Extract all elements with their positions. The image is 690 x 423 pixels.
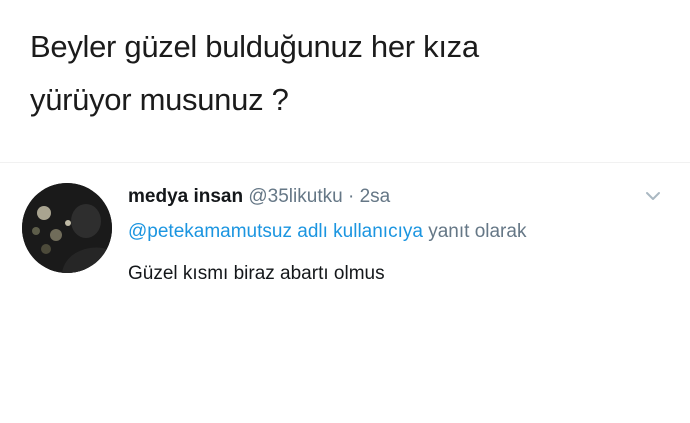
- tweet-text: Güzel kısmı biraz abartı olmus: [128, 263, 385, 284]
- tweet-card[interactable]: medya insan @35likutku · 2sa @petekamamu…: [0, 162, 690, 385]
- chevron-down-icon[interactable]: [640, 183, 666, 209]
- reply-context-end: yanıt olarak: [428, 221, 527, 242]
- reply-to-handle-link[interactable]: @petekamamutsuz: [128, 221, 292, 242]
- post-caption: Beyler güzel bulduğunuz her kıza yürüyor…: [30, 20, 660, 126]
- avatar-image: [22, 183, 112, 273]
- chevron-down-icon-graphic: [646, 192, 660, 200]
- display-name[interactable]: medya insan: [128, 186, 243, 207]
- tweet-body: medya insan @35likutku · 2sa @petekamamu…: [128, 181, 648, 289]
- caption-line-2: yürüyor musunuz ?: [30, 82, 289, 117]
- reply-context: @petekamamutsuz adlı kullanıcıya yanıt o…: [128, 217, 648, 247]
- user-handle[interactable]: @35likutku: [248, 186, 342, 207]
- header-separator: ·: [347, 186, 355, 207]
- tweet-header: medya insan @35likutku · 2sa: [128, 181, 648, 213]
- caption-line-1: Beyler güzel bulduğunuz her kıza: [30, 29, 479, 64]
- reply-context-mid: adlı kullanıcıya: [297, 221, 423, 242]
- tweet-timestamp[interactable]: 2sa: [360, 186, 391, 207]
- avatar[interactable]: [22, 183, 112, 273]
